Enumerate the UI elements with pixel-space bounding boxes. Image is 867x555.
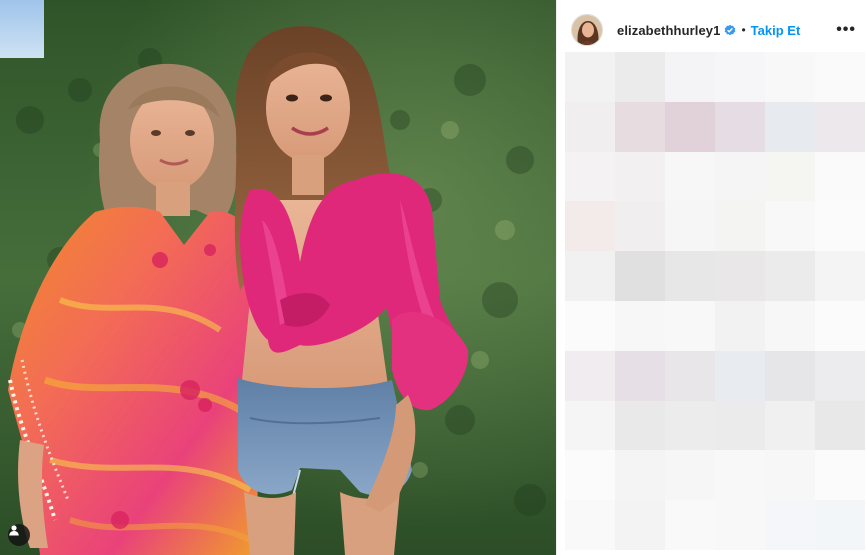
blurred-comment-block bbox=[565, 151, 615, 202]
blurred-comment-block bbox=[815, 201, 865, 252]
blurred-comment-block bbox=[665, 101, 715, 152]
photo-illustration bbox=[0, 0, 556, 555]
blurred-comment-block bbox=[815, 101, 865, 152]
blurred-comment-block bbox=[715, 151, 765, 202]
blurred-comment-block bbox=[715, 400, 765, 451]
blurred-comment-block bbox=[765, 52, 815, 102]
blurred-comment-block bbox=[765, 251, 815, 301]
blurred-comment-block bbox=[815, 52, 865, 102]
post-header: elizabethhurley1 • Takip Et ••• bbox=[557, 0, 867, 60]
blurred-comment-block bbox=[665, 450, 715, 501]
blurred-comment-block bbox=[715, 101, 765, 152]
blurred-comment-block bbox=[565, 52, 615, 102]
blurred-comment-block bbox=[715, 500, 765, 550]
blurred-comment-block bbox=[715, 350, 765, 401]
blurred-comment-block bbox=[765, 101, 815, 152]
blurred-comment-block bbox=[565, 300, 615, 351]
more-options-button[interactable]: ••• bbox=[836, 22, 856, 38]
blurred-comment-block bbox=[565, 251, 615, 301]
blurred-comment-block bbox=[665, 251, 715, 301]
blurred-comment-block bbox=[615, 52, 665, 102]
post-side-panel: elizabethhurley1 • Takip Et ••• bbox=[556, 0, 867, 555]
blurred-comment-block bbox=[615, 400, 665, 451]
blurred-comment-block bbox=[765, 151, 815, 202]
blurred-comment-block bbox=[665, 151, 715, 202]
blurred-comment-block bbox=[665, 400, 715, 451]
blurred-comment-block bbox=[715, 52, 765, 102]
blurred-comment-block bbox=[565, 400, 615, 451]
blurred-comment-block bbox=[565, 450, 615, 501]
blurred-comment-block bbox=[565, 101, 615, 152]
blurred-comment-block bbox=[765, 400, 815, 451]
blurred-comment-block bbox=[565, 500, 615, 550]
blurred-comment-block bbox=[565, 201, 615, 252]
blurred-comment-block bbox=[665, 300, 715, 351]
tagged-user-icon[interactable] bbox=[8, 524, 30, 546]
blurred-comment-block bbox=[615, 151, 665, 202]
blurred-comment-block bbox=[615, 201, 665, 252]
blurred-comment-block bbox=[665, 350, 715, 401]
verified-badge-icon bbox=[724, 24, 736, 36]
blurred-comment-block bbox=[715, 251, 765, 301]
blurred-comment-block bbox=[765, 450, 815, 501]
blurred-comment-block bbox=[665, 52, 715, 102]
blurred-comment-block bbox=[815, 450, 865, 501]
separator-dot: • bbox=[741, 23, 746, 37]
username[interactable]: elizabethhurley1 bbox=[617, 23, 720, 38]
blurred-comment-block bbox=[665, 500, 715, 550]
blurred-comment-block bbox=[715, 450, 765, 501]
blurred-comment-block bbox=[615, 450, 665, 501]
blurred-comment-block bbox=[565, 350, 615, 401]
post-photo[interactable] bbox=[0, 0, 556, 555]
blurred-comment-block bbox=[815, 500, 865, 550]
blurred-comment-block bbox=[815, 251, 865, 301]
blurred-comment-block bbox=[715, 300, 765, 351]
blurred-comment-block bbox=[665, 201, 715, 252]
blurred-comment-block bbox=[815, 350, 865, 401]
blurred-comment-block bbox=[765, 350, 815, 401]
avatar[interactable] bbox=[571, 14, 603, 46]
blurred-comment-block bbox=[815, 300, 865, 351]
blurred-comments-area bbox=[565, 52, 865, 550]
blurred-comment-block bbox=[615, 350, 665, 401]
blurred-comment-block bbox=[615, 251, 665, 301]
blurred-comment-block bbox=[765, 500, 815, 550]
blurred-comment-block bbox=[815, 400, 865, 451]
blurred-comment-block bbox=[615, 300, 665, 351]
blurred-comment-block bbox=[765, 201, 815, 252]
blurred-comment-block bbox=[615, 101, 665, 152]
blurred-comment-block bbox=[615, 500, 665, 550]
blurred-comment-block bbox=[765, 300, 815, 351]
follow-button[interactable]: Takip Et bbox=[751, 23, 801, 38]
blurred-comment-block bbox=[815, 151, 865, 202]
blurred-comment-block bbox=[715, 201, 765, 252]
